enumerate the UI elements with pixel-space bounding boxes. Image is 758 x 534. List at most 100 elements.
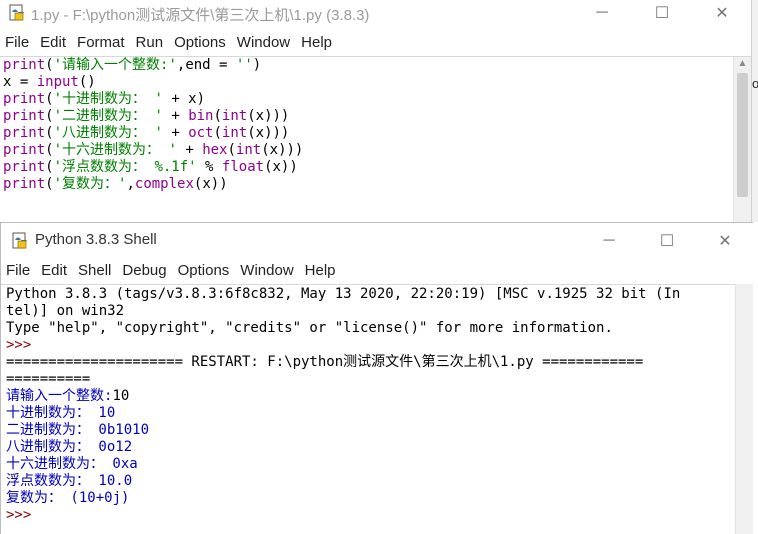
python-idle-icon [9, 4, 24, 21]
shell-divider [1, 284, 753, 285]
shell-line: tel)] on win32 [6, 303, 680, 320]
code-token: ( [213, 125, 222, 141]
menu-help[interactable]: Help [300, 262, 342, 279]
background-window-edge [752, 0, 758, 222]
code-token: >>> [6, 507, 40, 523]
editor-menubar: File Edit Format Run Options Window Help [0, 30, 751, 54]
menu-run[interactable]: Run [131, 34, 170, 51]
code-line: print('十六进制数为： ' + hex(int(x))) [3, 142, 303, 159]
code-token: '' [235, 57, 253, 73]
menu-file[interactable]: File [1, 262, 36, 279]
code-token: 十六进制数为： 0xa [6, 456, 138, 472]
shell-scrollbar[interactable] [735, 284, 753, 534]
code-token: float [221, 159, 265, 175]
menu-edit[interactable]: Edit [35, 34, 72, 51]
menu-help[interactable]: Help [296, 34, 338, 51]
code-token: + [176, 142, 203, 158]
code-token: '八进制数为： ' [53, 125, 163, 141]
menu-window[interactable]: Window [235, 262, 299, 279]
code-token: ( [45, 91, 54, 107]
code-token: x = [3, 74, 37, 90]
code-token: int [235, 142, 262, 158]
shell-line: ========== [6, 371, 680, 388]
code-token: print [3, 125, 46, 141]
code-token: + [162, 125, 189, 141]
shell-line: Type "help", "copyright", "credits" or "… [6, 320, 680, 337]
code-token: ) [252, 57, 262, 73]
code-token: print [3, 57, 46, 73]
code-token: '复数为：' [53, 176, 127, 192]
menu-shell[interactable]: Shell [73, 262, 117, 279]
code-token: 十进制数为： 10 [6, 405, 116, 421]
code-token: 复数为： (10+0j) [6, 490, 130, 506]
menu-debug[interactable]: Debug [117, 262, 172, 279]
maximize-button[interactable]: ☐ [637, 228, 697, 254]
shell-titlebar[interactable]: Python 3.8.3 Shell ─ ☐ ✕ [1, 223, 753, 255]
code-token: 10 [112, 388, 130, 404]
code-token: ( [45, 108, 54, 124]
editor-titlebar[interactable]: 1.py - F:\python测试源文件\第三次上机\1.py (3.8.3)… [0, 0, 751, 26]
shell-line: 复数为： (10+0j) [6, 490, 680, 507]
code-token: 浮点数数为： 10.0 [6, 473, 133, 489]
editor-scrollbar[interactable]: ▲ [733, 57, 751, 222]
python-shell-icon [12, 232, 27, 249]
code-token: print [3, 108, 46, 124]
code-token: ( [45, 142, 54, 158]
editor-title: 1.py - F:\python测试源文件\第三次上机\1.py (3.8.3) [31, 7, 370, 24]
menu-window[interactable]: Window [232, 34, 296, 51]
code-token: bin [188, 108, 214, 124]
code-line: print('请输入一个整数:',end = '') [3, 57, 303, 74]
maximize-button[interactable]: ☐ [632, 0, 692, 26]
background-window-text: o [752, 76, 758, 91]
minimize-button[interactable]: ─ [572, 0, 632, 26]
code-token: '二进制数为： ' [53, 108, 163, 124]
shell-line: >>> [6, 337, 680, 354]
code-token: print [3, 176, 46, 192]
code-token: '十六进制数为： ' [53, 142, 177, 158]
shell-line: 十进制数为： 10 [6, 405, 680, 422]
close-button[interactable]: ✕ [692, 0, 752, 26]
code-token: ( [227, 142, 236, 158]
code-token: tel)] on win32 [6, 303, 125, 319]
code-line: print('八进制数为： ' + oct(int(x))) [3, 125, 303, 142]
code-line: print('复数为：',complex(x)) [3, 176, 303, 193]
code-token: '十进制数为： ' [53, 91, 163, 107]
code-line: print('二进制数为： ' + bin(int(x))) [3, 108, 303, 125]
editor-window: 1.py - F:\python测试源文件\第三次上机\1.py (3.8.3)… [0, 0, 752, 222]
code-token: '浮点数数为： %.1f' [53, 159, 197, 175]
menu-format[interactable]: Format [72, 34, 131, 51]
code-token: ( [213, 108, 222, 124]
code-token: print [3, 91, 46, 107]
code-token: 二进制数为： 0b1010 [6, 422, 150, 438]
scroll-up-arrow-icon[interactable]: ▲ [734, 57, 751, 71]
shell-window: Python 3.8.3 Shell ─ ☐ ✕ File Edit Shell… [0, 222, 753, 534]
code-token: ( [45, 159, 54, 175]
editor-scroll-thumb[interactable] [737, 73, 748, 197]
code-token: + x) [162, 91, 206, 107]
code-token: ,end = [176, 57, 236, 73]
code-line: print('十进制数为： ' + x) [3, 91, 303, 108]
code-token: (x)) [193, 176, 228, 192]
menu-file[interactable]: File [0, 34, 35, 51]
code-token: hex [202, 142, 228, 158]
menu-edit[interactable]: Edit [36, 262, 73, 279]
code-token: (x))) [261, 142, 304, 158]
code-token: input [36, 74, 79, 90]
code-line: x = input() [3, 74, 303, 91]
shell-line: 十六进制数为： 0xa [6, 456, 680, 473]
code-token: , [126, 176, 135, 192]
minimize-button[interactable]: ─ [579, 228, 639, 254]
code-token: () [78, 74, 96, 90]
shell-line: Python 3.8.3 (tags/v3.8.3:6f8c832, May 1… [6, 286, 680, 303]
code-token: ( [45, 176, 54, 192]
code-token: + [162, 108, 189, 124]
menu-options[interactable]: Options [169, 34, 232, 51]
close-button[interactable]: ✕ [695, 228, 755, 254]
menu-options[interactable]: Options [173, 262, 236, 279]
code-token: >>> [6, 337, 40, 353]
code-line: print('浮点数数为： %.1f' % float(x)) [3, 159, 303, 176]
code-editor-text[interactable]: print('请输入一个整数:',end = '') x = input() pri… [3, 57, 303, 193]
shell-output-text[interactable]: Python 3.8.3 (tags/v3.8.3:6f8c832, May 1… [6, 286, 680, 524]
code-token: (x)) [264, 159, 298, 175]
code-token: Type "help", "copyright", "credits" or "… [6, 320, 613, 336]
